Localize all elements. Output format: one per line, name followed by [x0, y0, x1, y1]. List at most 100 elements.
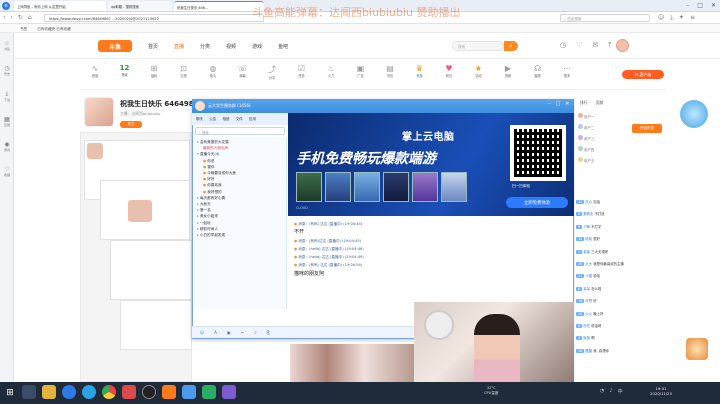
address-bar[interactable]: https://www.douyu.com/6464986? ...202002… [44, 14, 264, 22]
minimize-icon[interactable]: – [548, 101, 551, 107]
toolbar-bag[interactable]: ▤ 背包 [379, 64, 401, 80]
taskbar-app-search[interactable] [22, 385, 36, 399]
qq-tab-album[interactable]: 相册 [222, 117, 229, 121]
game-tile[interactable] [354, 172, 380, 202]
rank-item[interactable]: 用户四 [578, 145, 630, 156]
lang-indicator[interactable]: 中 [618, 388, 623, 395]
taskbar-app-chrome[interactable] [102, 385, 116, 399]
tab-1[interactable]: 上网导航 - 有你上网 从这里开始 [14, 1, 106, 11]
toolbar-level[interactable]: 12 等级 [114, 64, 136, 80]
tab-rank[interactable]: 排行 [580, 100, 588, 106]
toolbar-more[interactable]: ⋯ 更多 [556, 64, 578, 80]
chat-user[interactable]: 小猫 [585, 274, 592, 278]
minimize-icon[interactable]: – [686, 2, 689, 9]
chat-user[interactable]: 火火 [585, 312, 592, 316]
toolbar-fans[interactable]: ♥ 粉丝 [438, 64, 460, 80]
side-tool-games[interactable]: ◉ 游戏 [4, 141, 10, 152]
tab-3[interactable]: 祝我生日快乐 646... [174, 1, 264, 11]
nav-yuba[interactable]: 鱼吧 [278, 43, 288, 50]
bookmark-item[interactable]: 已有收藏夹 已有收藏 [37, 27, 71, 31]
toolbar-service[interactable]: ☊ 客服 [527, 64, 549, 80]
chat-user[interactable]: 好吧 [585, 299, 592, 303]
toolbar-fire[interactable]: ♨ 火力 [320, 64, 342, 80]
message-icon[interactable]: ✉ [592, 41, 598, 50]
mascot-icon[interactable] [680, 100, 708, 128]
home-icon[interactable]: ⌂ [28, 14, 32, 21]
taskbar-app-video[interactable] [182, 385, 196, 399]
qq-search[interactable]: ⌕ 搜索 [195, 127, 285, 135]
nav-live[interactable]: 直播 [174, 43, 184, 50]
taskbar-app-qq[interactable] [82, 385, 96, 399]
tab-2[interactable]: qq邮箱 - 搜狗搜索 [108, 1, 172, 11]
side-tool-fav[interactable]: ♡ 收藏 [4, 166, 10, 177]
menu-icon[interactable]: ≡ [690, 14, 695, 22]
chat-user[interactable]: 红心 [585, 200, 592, 204]
image-icon[interactable]: ▣ [227, 330, 231, 335]
toolbar-share[interactable]: ⤴ 分享 [261, 64, 283, 80]
nav-home[interactable]: 首页 [148, 43, 158, 50]
forward-icon[interactable]: › [10, 14, 12, 21]
qq-tab-file[interactable]: 文件 [236, 117, 243, 121]
toolbar-welfare[interactable]: ⊞ 福利 [143, 64, 165, 80]
taskbar-app-obs[interactable] [142, 385, 156, 399]
anchor-avatar[interactable] [84, 97, 114, 127]
upload-icon[interactable]: ⤒ [608, 41, 611, 50]
toolbar-ad[interactable]: ▣ 广告 [350, 64, 372, 80]
font-icon[interactable]: A [214, 330, 217, 335]
toolbar-fish[interactable]: ◍ 鱼丸 [202, 64, 224, 80]
qq-tab-apps[interactable]: 应用 [249, 117, 256, 121]
close-icon[interactable]: ✕ [711, 2, 716, 9]
toolbar-noble[interactable]: ♛ 贵族 [409, 64, 431, 80]
taskbar-clock[interactable]: 19:01 2020/11/23 [650, 386, 672, 396]
nav-category[interactable]: 分类 [200, 43, 210, 50]
taskbar-app-douyu[interactable] [162, 385, 176, 399]
chat-user[interactable]: 饭饭 [583, 336, 590, 340]
rank-item[interactable]: 用户一 [578, 112, 630, 123]
taskbar-app-music[interactable] [122, 385, 136, 399]
bookmark-star[interactable]: 书签 [20, 27, 27, 31]
chat-user[interactable]: 跟着走 [583, 212, 593, 216]
user-icon[interactable]: ☺ [658, 14, 664, 22]
side-tool-history[interactable]: ◷ 历史 [4, 65, 10, 76]
taskbar-app-browser[interactable] [62, 385, 76, 399]
chat-user[interactable]: 刀锋 [583, 225, 590, 229]
chat-user[interactable]: 大大 [585, 262, 592, 266]
chat-user[interactable]: 哈哈 [585, 237, 592, 241]
game-tile[interactable] [296, 172, 322, 202]
rank-item[interactable]: 用户二 [578, 123, 630, 134]
refresh-icon[interactable]: ↻ [18, 14, 23, 21]
chat-user[interactable]: 酷酷 [585, 349, 592, 353]
site-search-button[interactable]: ⌕ [504, 41, 518, 51]
taskbar-app-other[interactable] [222, 385, 236, 399]
toolbar-video[interactable]: ▶ 视频 [497, 64, 519, 80]
user-avatar[interactable] [616, 39, 629, 52]
chat-user[interactable]: 呆呆 [583, 287, 590, 291]
start-button[interactable]: ⊞ [2, 385, 18, 401]
pc-client-button[interactable]: PC客户端 [622, 70, 664, 79]
toolbar-event[interactable]: ★ 活动 [468, 64, 490, 80]
network-icon[interactable]: ◔ [600, 388, 604, 395]
close-icon[interactable]: ✕ [565, 101, 569, 107]
toolbar-chat[interactable]: ☏ 弹幕 [232, 64, 254, 80]
ad-try-button[interactable]: 立即免费体验 [506, 197, 568, 208]
side-tool-bookmark[interactable]: ☆ 书签 [4, 40, 10, 51]
chat-user[interactable]: 吃吃 [583, 324, 590, 328]
rank-item[interactable]: 用户五 [578, 156, 630, 167]
maximize-icon[interactable]: □ [556, 101, 561, 107]
taskbar-app-wechat[interactable] [202, 385, 216, 399]
maximize-icon[interactable]: □ [697, 2, 703, 9]
nav-games[interactable]: 游戏 [252, 43, 262, 50]
nav-video[interactable]: 视频 [226, 43, 236, 50]
side-tool-download[interactable]: ⤓ 下载 [4, 90, 10, 102]
game-tile[interactable] [325, 172, 351, 202]
history-icon[interactable]: ◷ [560, 41, 566, 50]
taskbar-app-explorer[interactable] [42, 385, 56, 399]
follow-button[interactable]: 关注 [120, 121, 142, 128]
side-tool-apps[interactable]: ▦ 应用 [4, 116, 10, 127]
extension-icon[interactable]: ✦ [679, 14, 684, 22]
screenshot-icon[interactable]: ✂ [241, 330, 244, 335]
voice-icon[interactable]: ♪ [254, 330, 257, 335]
back-icon[interactable]: ‹ [3, 14, 5, 21]
toolbar-gift[interactable]: ⊡ 礼物 [173, 64, 195, 80]
toolbar-task[interactable]: ☑ 任务 [291, 64, 313, 80]
